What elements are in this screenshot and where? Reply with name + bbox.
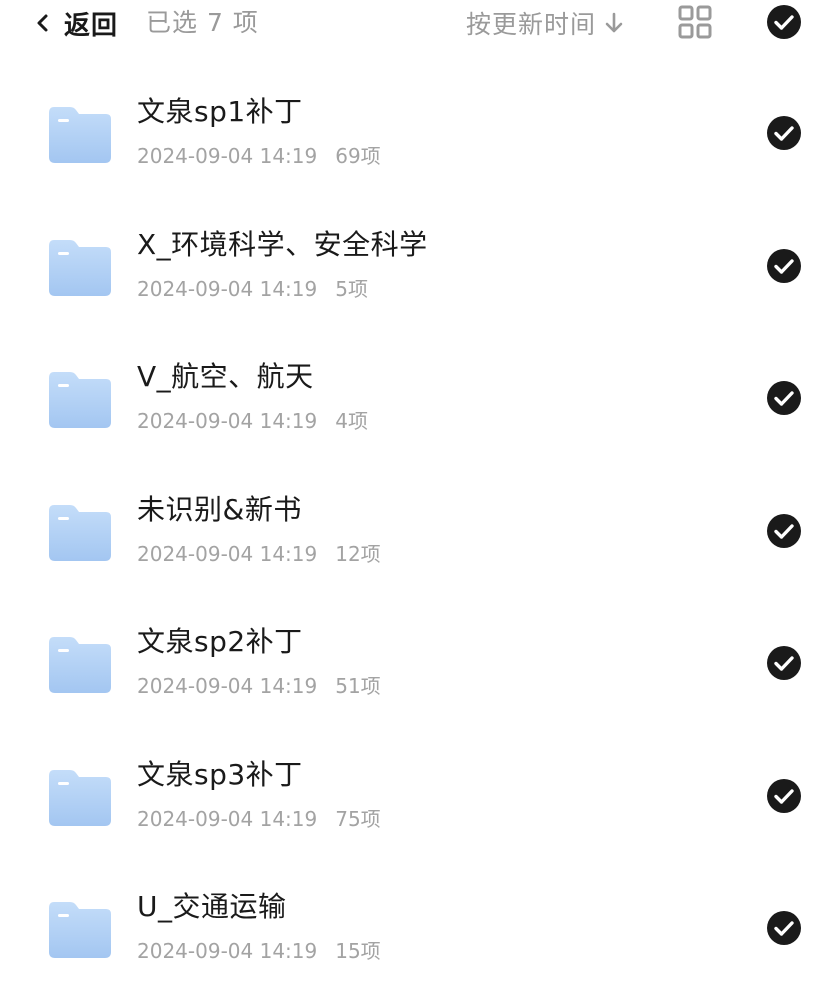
- folder-row[interactable]: X_环境科学、安全科学 2024-09-04 14:19 5项: [0, 199, 828, 331]
- back-label: 返回: [64, 10, 119, 41]
- folder-name: 未识别&新书: [137, 492, 302, 526]
- folder-item-count: 4项: [335, 409, 368, 433]
- folder-name: U_交通运输: [137, 890, 287, 923]
- folder-item-count: 51项: [335, 674, 381, 698]
- folder-date: 2024-09-04 14:19: [137, 541, 318, 566]
- sort-label: 按更新时间: [466, 10, 597, 39]
- folder-meta: 2024-09-04 14:19 5项: [137, 273, 368, 302]
- folder-name: 文泉sp1补丁: [137, 95, 303, 128]
- back-button[interactable]: 返回: [34, 6, 119, 41]
- folder-meta: 2024-09-04 14:19 75项: [137, 803, 381, 832]
- folder-name: V_航空、航天: [137, 360, 314, 393]
- folder-name: 文泉sp3补丁: [137, 757, 303, 791]
- check-circle-icon[interactable]: [766, 778, 802, 814]
- select-all-check-icon[interactable]: [766, 4, 802, 40]
- check-circle-icon[interactable]: [766, 910, 802, 946]
- check-circle-icon[interactable]: [766, 380, 802, 416]
- folder-icon: [49, 769, 111, 826]
- folder-date: 2024-09-04 14:19: [137, 674, 318, 698]
- check-circle-icon[interactable]: [766, 645, 802, 681]
- folder-icon: [49, 637, 111, 693]
- arrow-down-icon: [605, 12, 623, 33]
- folder-icon: [49, 239, 111, 296]
- chevron-left-icon: [37, 14, 48, 32]
- sort-button[interactable]: 按更新时间: [466, 6, 624, 40]
- folder-item-count: 69项: [335, 144, 381, 168]
- folder-icon: [49, 504, 111, 561]
- folder-row[interactable]: 未识别&新书 2024-09-04 14:19 12项: [0, 464, 828, 596]
- folder-date: 2024-09-04 14:19: [137, 409, 318, 433]
- folder-item-count: 75项: [335, 806, 381, 831]
- folder-date: 2024-09-04 14:19: [137, 144, 318, 168]
- folder-item-count: 15项: [335, 939, 381, 963]
- folder-row[interactable]: V_航空、航天 2024-09-04 14:19 4项: [0, 331, 828, 463]
- check-circle-icon[interactable]: [766, 513, 802, 549]
- folder-date: 2024-09-04 14:19: [137, 939, 318, 963]
- folder-icon: [49, 902, 111, 958]
- top-bar: 返回 已选 7 项 按更新时间: [0, 0, 828, 46]
- file-browser-page: 返回 已选 7 项 按更新时间 文泉sp1补丁 2024-09-04 14:19…: [0, 0, 828, 998]
- folder-icon: [49, 107, 111, 163]
- folder-item-count: 12项: [335, 541, 381, 566]
- folder-meta: 2024-09-04 14:19 15项: [137, 935, 381, 964]
- folder-item-count: 5项: [335, 276, 368, 301]
- check-circle-icon[interactable]: [766, 248, 802, 284]
- folder-row[interactable]: 文泉sp3补丁 2024-09-04 14:19 75项: [0, 729, 828, 861]
- folder-row[interactable]: 文泉sp2补丁 2024-09-04 14:19 51项: [0, 596, 828, 728]
- folder-name: X_环境科学、安全科学: [137, 227, 428, 261]
- folder-meta: 2024-09-04 14:19 69项: [137, 140, 381, 169]
- folder-meta: 2024-09-04 14:19 12项: [137, 538, 381, 567]
- folder-name: 文泉sp2补丁: [137, 625, 303, 658]
- folder-row[interactable]: 文泉sp1补丁 2024-09-04 14:19 69项: [0, 66, 828, 198]
- selected-count: 已选 7 项: [146, 8, 259, 37]
- check-circle-icon[interactable]: [766, 115, 802, 151]
- folder-meta: 2024-09-04 14:19 51项: [137, 670, 381, 699]
- folder-row[interactable]: U_交通运输 2024-09-04 14:19 15项: [0, 861, 828, 993]
- folder-date: 2024-09-04 14:19: [137, 276, 318, 301]
- grid-view-icon[interactable]: [677, 4, 713, 40]
- folder-icon: [49, 372, 111, 428]
- folder-meta: 2024-09-04 14:19 4项: [137, 405, 368, 434]
- folder-date: 2024-09-04 14:19: [137, 806, 318, 831]
